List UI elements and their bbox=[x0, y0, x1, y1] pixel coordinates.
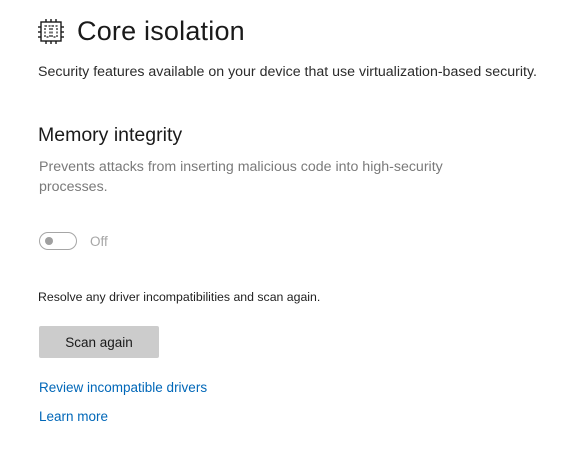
memory-integrity-description: Prevents attacks from inserting maliciou… bbox=[39, 159, 443, 195]
page-description: Security features available on your devi… bbox=[38, 64, 537, 80]
core-isolation-page: Core isolation Security features availab… bbox=[0, 0, 569, 451]
memory-integrity-toggle[interactable] bbox=[39, 232, 77, 250]
scan-again-button[interactable]: Scan again bbox=[39, 326, 159, 358]
core-isolation-icon bbox=[38, 18, 64, 44]
memory-integrity-heading: Memory integrity bbox=[38, 124, 183, 146]
resolve-instructions: Resolve any driver incompatibilities and… bbox=[38, 290, 321, 304]
page-title: Core isolation bbox=[77, 15, 245, 46]
learn-more-link[interactable]: Learn more bbox=[39, 409, 108, 424]
memory-integrity-toggle-row: Off bbox=[39, 232, 108, 250]
page-header: Core isolation bbox=[38, 14, 245, 48]
review-incompatible-drivers-link[interactable]: Review incompatible drivers bbox=[39, 380, 207, 395]
toggle-knob bbox=[45, 237, 53, 245]
toggle-state-label: Off bbox=[90, 233, 108, 249]
